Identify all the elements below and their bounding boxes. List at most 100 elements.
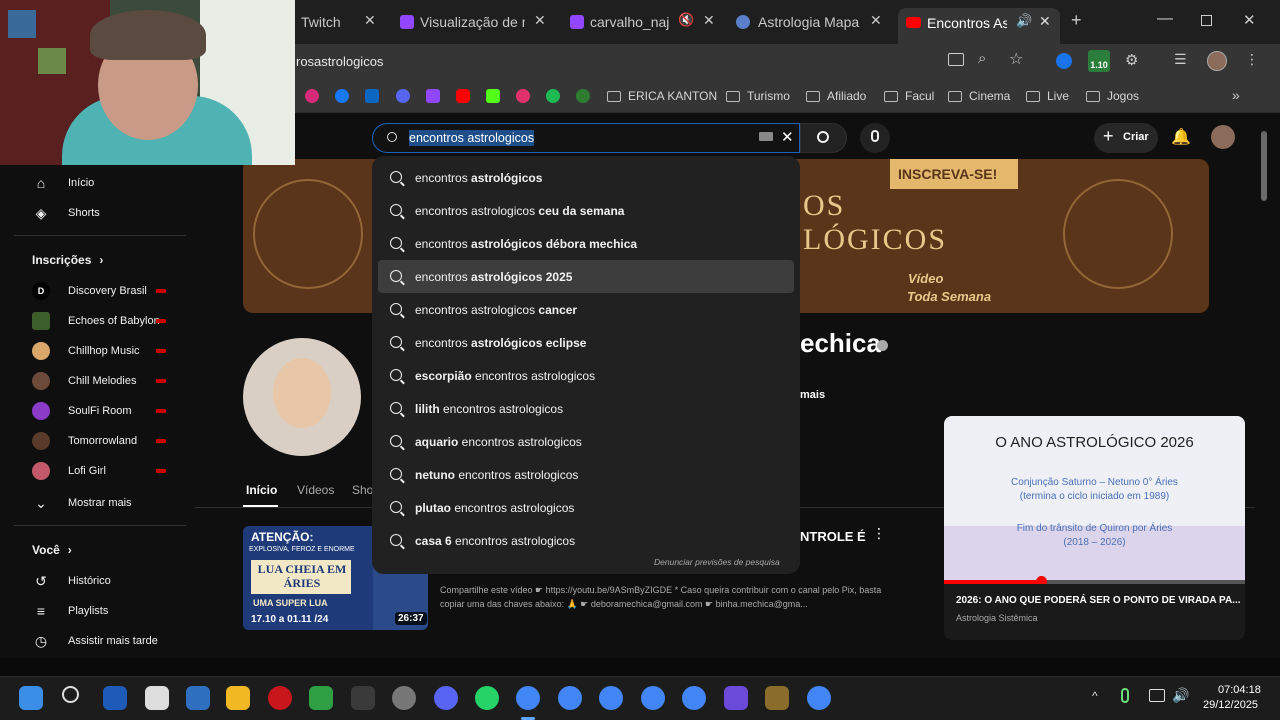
close-icon[interactable]: ✕ — [364, 12, 376, 29]
bookmark-erica-kanton[interactable]: ERICA KANTON — [607, 89, 717, 103]
notepad-icon[interactable] — [186, 686, 210, 710]
you-header[interactable]: Você › — [32, 543, 72, 557]
app-icon[interactable] — [392, 686, 416, 710]
app-icon[interactable] — [765, 686, 789, 710]
subscriptions-header[interactable]: Inscrições › — [32, 253, 103, 267]
suggestion-item[interactable]: encontros astrológicos débora mechica — [372, 227, 800, 260]
channel-tab-shorts[interactable]: Sho — [352, 483, 373, 497]
channel-tab-videos[interactable]: Vídeos — [297, 483, 334, 497]
install-app-icon[interactable] — [948, 53, 964, 66]
bookmark-turismo[interactable]: Turismo — [726, 89, 790, 103]
facebook-icon[interactable] — [335, 89, 349, 103]
suggestion-item[interactable]: lilith encontros astrologicos — [372, 392, 800, 425]
chrome-icon[interactable] — [558, 686, 582, 710]
close-icon[interactable]: ✕ — [534, 12, 546, 29]
show-more-button[interactable]: ⌄ Mostrar mais — [32, 495, 131, 511]
kick-icon[interactable] — [486, 89, 500, 103]
keyboard-icon[interactable] — [759, 132, 773, 141]
suggestion-item[interactable]: encontros astrologicos ceu da semana — [372, 194, 800, 227]
suggestion-item[interactable]: encontros astrológicos — [372, 161, 800, 194]
suggestion-item[interactable]: escorpião encontros astrologicos — [372, 359, 800, 392]
zoom-icon[interactable]: ⌕ — [978, 50, 986, 67]
subscription-discovery-brasil[interactable]: D Discovery Brasil — [32, 281, 166, 301]
clock-date[interactable]: 29/12/2025 — [1203, 699, 1258, 711]
close-icon[interactable]: ✕ — [1039, 13, 1051, 30]
url-text[interactable]: rosastrologicos — [296, 54, 383, 69]
maximize-icon[interactable] — [1201, 15, 1212, 26]
sidebar-item-historico[interactable]: ↺ Histórico — [32, 573, 111, 589]
account-avatar[interactable] — [1211, 125, 1235, 149]
sidebar-item-shorts[interactable]: ◈ Shorts — [32, 205, 100, 221]
search-button[interactable] — [800, 123, 847, 153]
bookmark-live[interactable]: Live — [1026, 89, 1069, 103]
featured-channel-name[interactable]: Astrologia Sistêmica — [956, 613, 1038, 623]
subscription-lofi-girl[interactable]: Lofi Girl — [32, 461, 166, 481]
file-explorer-icon[interactable] — [226, 686, 250, 710]
suggestion-item[interactable]: aquario encontros astrologicos — [372, 425, 800, 458]
tab-encontros-astrologicos[interactable]: Encontros Astro 🔊 ✕ — [898, 8, 1060, 44]
featured-video-thumbnail[interactable]: O ANO ASTROLÓGICO 2026 Conjunção Saturno… — [944, 416, 1245, 584]
create-button[interactable]: + Criar — [1094, 123, 1158, 153]
sidebar-item-inicio[interactable]: ⌂ Início — [32, 175, 95, 191]
youtube-icon[interactable] — [456, 89, 470, 103]
subscription-tomorrowland[interactable]: Tomorrowland — [32, 431, 166, 451]
progress-scrubber[interactable] — [1036, 576, 1047, 584]
voice-search-button[interactable] — [860, 123, 890, 153]
bookmark-afiliado[interactable]: Afiliado — [806, 89, 866, 103]
chevron-up-icon[interactable]: ^ — [1092, 689, 1098, 703]
tab-twitch[interactable]: Twitch ✕ — [296, 8, 390, 36]
channel-tab-inicio[interactable]: Início — [246, 483, 277, 497]
music-app-icon[interactable] — [516, 89, 530, 103]
map-app-icon[interactable] — [576, 89, 590, 103]
subscription-echoes-of-babylon[interactable]: Echoes of Babylon — [32, 311, 166, 331]
start-icon[interactable] — [19, 686, 43, 710]
extensions-puzzle-icon[interactable]: ⚙ — [1125, 51, 1138, 69]
subscription-soulfi-room[interactable]: SoulFi Room — [32, 401, 166, 421]
new-tab-icon[interactable]: + — [1071, 10, 1082, 31]
clock-time[interactable]: 07:04:18 — [1218, 684, 1261, 696]
app-icon[interactable] — [724, 686, 748, 710]
featured-video-title[interactable]: 2026: O ANO QUE PODERÁ SER O PONTO DE VI… — [956, 595, 1241, 606]
calculator-icon[interactable] — [145, 686, 169, 710]
close-icon[interactable]: ✕ — [703, 12, 715, 29]
chrome-icon[interactable] — [682, 686, 706, 710]
chrome-icon[interactable] — [807, 686, 831, 710]
chrome-icon[interactable] — [516, 686, 540, 710]
close-window-icon[interactable]: ✕ — [1243, 11, 1256, 29]
menu-icon[interactable]: ⋮ — [1245, 51, 1259, 68]
microphone-icon[interactable] — [1121, 688, 1129, 703]
search-icon[interactable] — [62, 686, 79, 703]
close-icon[interactable]: ✕ — [870, 12, 882, 29]
extension-icon[interactable] — [1056, 53, 1072, 69]
audio-icon[interactable]: 🔊 — [1016, 13, 1032, 29]
search-input[interactable]: encontros astrologicos ✕ — [372, 123, 800, 153]
media-controls-icon[interactable]: ☰ — [1174, 51, 1187, 68]
sidebar-item-assistir-mais-tarde[interactable]: ◷ Assistir mais tarde — [32, 633, 158, 649]
clear-search-icon[interactable]: ✕ — [781, 128, 794, 146]
channel-more-link[interactable]: mais — [800, 389, 825, 401]
instagram-icon[interactable] — [305, 89, 319, 103]
app-icon[interactable] — [268, 686, 292, 710]
page-scrollbar[interactable] — [1261, 131, 1267, 201]
subscription-chillhop-music[interactable]: Chillhop Music — [32, 341, 166, 361]
chrome-icon[interactable] — [641, 686, 665, 710]
tab-visualizacao[interactable]: Visualização de mo ✕ — [396, 8, 556, 36]
discord-icon[interactable] — [396, 89, 410, 103]
twitch-icon[interactable] — [426, 89, 440, 103]
chrome-icon[interactable] — [599, 686, 623, 710]
linkedin-icon[interactable] — [365, 89, 379, 103]
tab-carvalho-najas[interactable]: carvalho_najas 🔇 ✕ — [566, 8, 721, 36]
subscription-chill-melodies[interactable]: Chill Melodies — [32, 371, 166, 391]
bookmark-jogos[interactable]: Jogos — [1086, 89, 1139, 103]
suggestion-item[interactable]: encontros astrológicos eclipse — [372, 326, 800, 359]
chevron-right-icon[interactable]: » — [1232, 87, 1240, 103]
more-options-icon[interactable]: ⋮ — [872, 525, 886, 542]
whatsapp-icon[interactable] — [475, 686, 499, 710]
suggestion-item[interactable]: netuno encontros astrologicos — [372, 458, 800, 491]
notifications-bell-icon[interactable]: 🔔 — [1171, 127, 1191, 147]
bookmark-star-icon[interactable]: ☆ — [1009, 49, 1023, 69]
report-predictions-link[interactable]: Denunciar previsões de pesquisa — [654, 557, 780, 567]
tab-astrologia[interactable]: Astrologia Mapa Gr ✕ — [734, 8, 889, 36]
app-icon[interactable] — [309, 686, 333, 710]
app-icon[interactable] — [103, 686, 127, 710]
